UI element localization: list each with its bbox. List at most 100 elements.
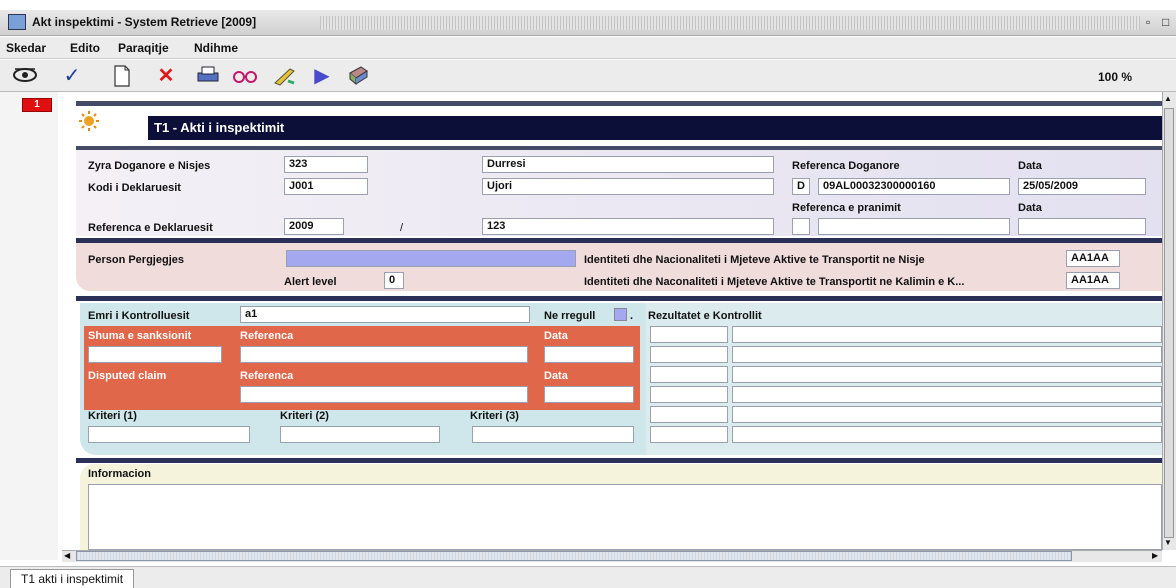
kriteri1-field[interactable] (88, 426, 250, 443)
restore-icon[interactable]: ▫ (1146, 15, 1150, 29)
referenca-field-2[interactable] (240, 386, 528, 403)
toolbar: ✓ ✕ ▶ 100 % (0, 60, 1176, 92)
scroll-right-icon[interactable]: ▶ (1152, 551, 1158, 560)
informacion-textarea[interactable] (88, 484, 1162, 550)
app-icon (8, 14, 26, 30)
pranimit-ref-field[interactable] (818, 218, 1010, 235)
rezultat-code-6[interactable] (650, 426, 728, 443)
menu-ndihme[interactable]: Ndihme (194, 41, 238, 55)
check-icon[interactable]: ✓ (60, 65, 84, 87)
ref-pranimit-label: Referenca e pranimit (792, 202, 901, 214)
glasses-icon[interactable] (232, 65, 257, 90)
referenca-label-1: Referenca (240, 330, 294, 342)
menu-edito[interactable]: Edito (70, 41, 100, 55)
kriteri3-field[interactable] (472, 426, 634, 443)
menu-skedar[interactable]: Skedar (6, 41, 46, 55)
ne-rregull-dot: . (630, 310, 634, 322)
ref-number-field[interactable]: 09AL00032300000160 (818, 178, 1010, 195)
shuma-field[interactable] (88, 346, 222, 363)
header-top-rule (76, 101, 1162, 106)
delete-icon[interactable]: ✕ (154, 65, 178, 87)
page-badge[interactable]: 1 (22, 98, 52, 112)
data-label-1: Data (1018, 160, 1042, 172)
new-document-icon[interactable] (110, 65, 134, 92)
window-titlebar[interactable]: Akt inspektimi - System Retrieve [2009] … (0, 10, 1176, 36)
print-icon[interactable] (196, 65, 220, 90)
section4-rule (76, 458, 1162, 463)
ident-nisje-label: Identiteti dhe Nacionaliteti i Mjeteve A… (584, 254, 925, 266)
ident-kalim-label: Identiteti dhe Naconaliteti i Mjeteve Ak… (584, 276, 965, 288)
ref-deklaruesit-label: Referenca e Deklaruesit (88, 222, 213, 234)
rezultat-desc-2[interactable] (732, 346, 1162, 363)
person-label: Person Pergjegjes (88, 254, 184, 266)
zyra-name-field[interactable]: Durresi (482, 156, 774, 173)
menu-paraqitje[interactable]: Paraqitje (118, 41, 169, 55)
pranimit-date-field[interactable] (1018, 218, 1146, 235)
section3-rule (76, 296, 1162, 301)
ref-d-field[interactable]: D (792, 178, 810, 195)
ref-value-field[interactable]: 123 (482, 218, 774, 235)
kodi-name-field[interactable]: Ujori (482, 178, 774, 195)
kriteri2-label: Kriteri (2) (280, 410, 329, 422)
ref-date-field[interactable]: 25/05/2009 (1018, 178, 1146, 195)
rezultat-code-1[interactable] (650, 326, 728, 343)
form-title-band: T1 - Akti i inspektimit (148, 116, 1162, 140)
rezultat-desc-6[interactable] (732, 426, 1162, 443)
ne-rregull-label: Ne rregull (544, 310, 596, 322)
scroll-left-icon[interactable]: ◀ (64, 551, 70, 560)
zyra-code-field[interactable]: 323 (284, 156, 368, 173)
rezultat-desc-3[interactable] (732, 366, 1162, 383)
kriteri2-field[interactable] (280, 426, 440, 443)
emri-field[interactable]: a1 (240, 306, 530, 323)
zyra-label: Zyra Doganore e Nisjes (88, 160, 211, 172)
tools-icon[interactable] (272, 65, 296, 92)
tab-akti-inspektimit[interactable]: T1 akti i inspektimit (10, 569, 135, 588)
rezultat-code-5[interactable] (650, 406, 728, 423)
horizontal-scroll-thumb[interactable] (76, 551, 1072, 561)
page-gutter (0, 92, 58, 560)
alert-field[interactable]: 0 (384, 272, 404, 289)
data-label-2: Data (1018, 202, 1042, 214)
pranimit-d-field[interactable] (792, 218, 810, 235)
ref-doganore-label: Referenca Doganore (792, 160, 900, 172)
zoom-level[interactable]: 100 % (1098, 70, 1132, 84)
ne-rregull-checkbox[interactable] (614, 308, 627, 321)
ident-kalim-field[interactable]: AA1AA (1066, 272, 1120, 289)
sun-icon (78, 110, 100, 135)
rezultat-desc-4[interactable] (732, 386, 1162, 403)
data-label-3: Data (544, 330, 568, 342)
referenca-field-1[interactable] (240, 346, 528, 363)
rezultat-code-3[interactable] (650, 366, 728, 383)
scroll-down-icon[interactable]: ▼ (1164, 538, 1172, 547)
data-field-3[interactable] (544, 346, 634, 363)
play-icon[interactable]: ▶ (310, 65, 334, 87)
kodi-code-field[interactable]: J001 (284, 178, 368, 195)
shuma-label: Shuma e sanksionit (88, 330, 192, 342)
kodi-label: Kodi i Deklaruesit (88, 182, 181, 194)
rezultat-code-4[interactable] (650, 386, 728, 403)
rezultat-desc-5[interactable] (732, 406, 1162, 423)
maximize-icon[interactable]: □ (1162, 15, 1169, 29)
kriteri3-label: Kriteri (3) (470, 410, 519, 422)
ident-nisje-field[interactable]: AA1AA (1066, 250, 1120, 267)
emri-label: Emri i Kontrolluesit (88, 310, 190, 322)
book-icon[interactable] (346, 65, 370, 92)
person-field[interactable] (286, 250, 576, 267)
rezultat-desc-1[interactable] (732, 326, 1162, 343)
status-bar: T1 akti i inspektimit (0, 566, 1176, 588)
form-title: T1 - Akti i inspektimit (154, 120, 285, 135)
data-field-4[interactable] (544, 386, 634, 403)
data-label-4: Data (544, 370, 568, 382)
eye-icon[interactable] (12, 65, 37, 90)
ref-year-field[interactable]: 2009 (284, 218, 344, 235)
menu-bar: Skedar Edito Paraqitje Ndihme (0, 37, 1176, 59)
alert-label: Alert level (284, 276, 337, 288)
rezultat-code-2[interactable] (650, 346, 728, 363)
scroll-up-icon[interactable]: ▲ (1164, 94, 1172, 103)
titlebar-pattern (320, 16, 1140, 30)
referenca-label-2: Referenca (240, 370, 294, 382)
vertical-scroll-thumb[interactable] (1164, 108, 1174, 538)
form-canvas: T1 - Akti i inspektimit Zyra Doganore e … (62, 92, 1162, 550)
disputed-label: Disputed claim (88, 370, 167, 382)
rezultatet-label: Rezultatet e Kontrollit (648, 310, 762, 322)
